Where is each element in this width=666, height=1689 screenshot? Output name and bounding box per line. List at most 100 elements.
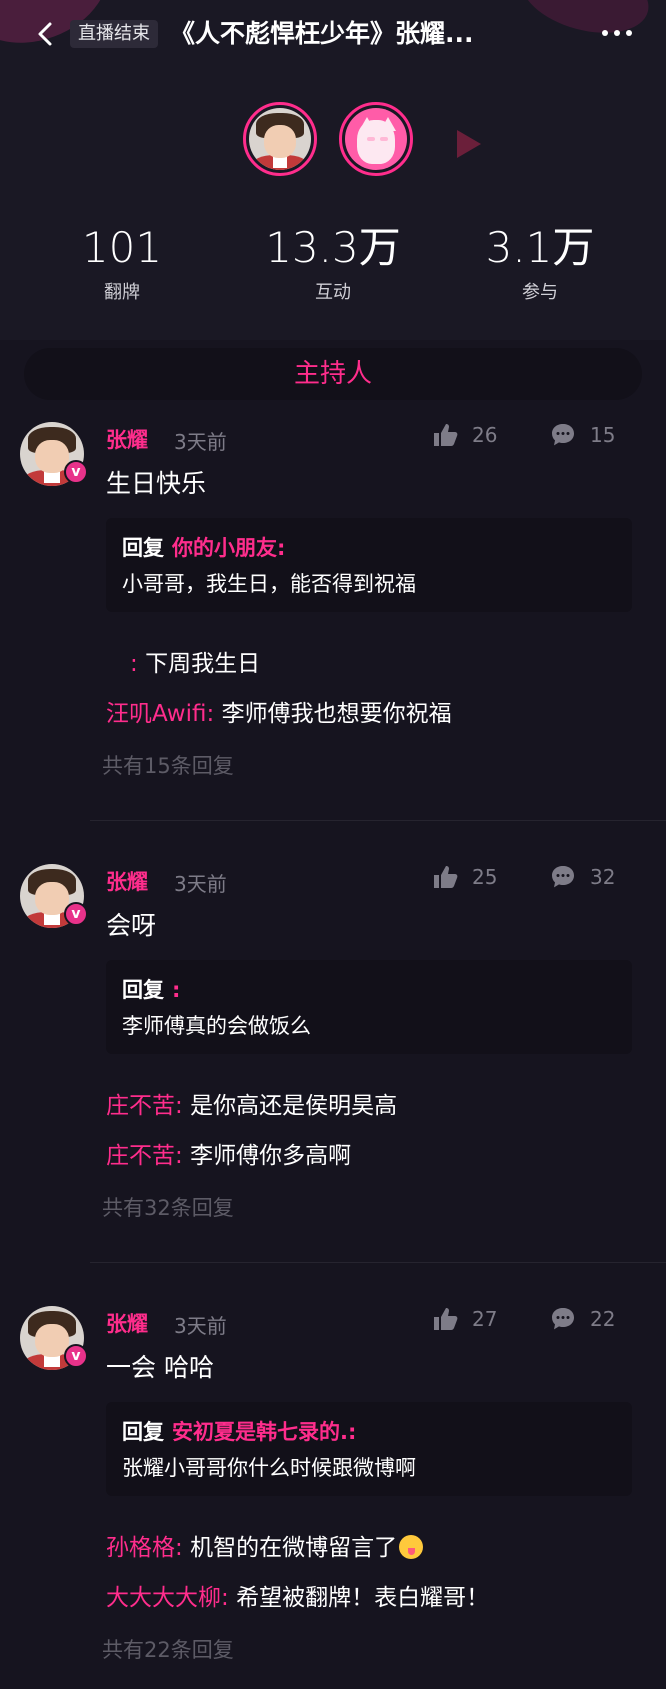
quoted-reply[interactable]: 回复 你的小朋友: 小哥哥，我生日，能否得到祝福 [106, 518, 632, 612]
comment-text: 会呀 [106, 911, 157, 940]
squinting-tongue-emoji-icon [399, 1535, 424, 1559]
like-count: 27 [472, 1307, 498, 1331]
stat-value: 101 [81, 223, 163, 272]
comment-item: v 张耀 3天前 25 32 会呀 回复: 李师傅真的会做饭么 庄不苦: 是你高… [0, 864, 666, 1224]
page-title: 《人不彪悍枉少年》张耀... [170, 19, 474, 48]
comment-avatar[interactable]: v [20, 422, 88, 486]
reply-text: 李师傅我也想要你祝福 [221, 701, 452, 727]
comment-time: 3天前 [174, 1314, 227, 1338]
comment-time: 3天前 [174, 872, 227, 896]
thumbs-up-icon [434, 424, 458, 446]
reply-button[interactable]: 22 [550, 1306, 615, 1332]
stats-row: 101 翻牌 13.3万 互动 3.1万 参与 [0, 222, 666, 312]
top-navigation-bar: 直播结束 《人不彪悍枉少年》张耀... [0, 0, 666, 70]
thumbs-up-icon [434, 866, 458, 888]
comment-avatar[interactable]: v [20, 864, 88, 928]
quote-header: 回复 安初夏是韩七录的.: [122, 1416, 356, 1446]
view-all-replies-link[interactable]: 共有32条回复 [102, 1192, 234, 1222]
comment-item: v 张耀 3天前 27 22 一会 哈哈 回复 安初夏是韩七录的.: 张耀小哥哥你… [0, 1306, 666, 1666]
host-avatar-star[interactable] [243, 102, 317, 176]
reply-author[interactable]: 庄不苦: [106, 1143, 183, 1169]
stat-flip: 101 翻牌 [22, 222, 222, 304]
stat-label: 参与 [522, 282, 558, 303]
like-button[interactable]: 25 [432, 864, 497, 890]
quote-text: 小哥哥，我生日，能否得到祝福 [122, 572, 416, 596]
like-button[interactable]: 27 [432, 1306, 497, 1332]
comment-author[interactable]: 张耀 [106, 1308, 148, 1338]
quote-prefix: 回复 [122, 536, 164, 560]
reply-text: 下周我生日 [145, 651, 261, 677]
more-dot-icon [614, 30, 620, 36]
back-button[interactable] [30, 16, 60, 52]
quote-text: 张耀小哥哥你什么时候跟微博啊 [122, 1456, 416, 1480]
reply-line[interactable]: 孙格格: 机智的在微博留言了 [106, 1528, 424, 1562]
chevron-left-icon [38, 22, 52, 46]
reply-author[interactable]: : [130, 651, 138, 677]
quote-author[interactable]: 安初夏是韩七录的.: [172, 1420, 356, 1444]
quoted-reply[interactable]: 回复: 李师傅真的会做饭么 [106, 960, 632, 1054]
verified-badge-icon: v [64, 902, 88, 926]
quote-author[interactable]: : [172, 978, 180, 1002]
reply-text: 是你高还是侯明昊高 [190, 1093, 398, 1119]
reply-line[interactable]: 庄不苦: 李师傅你多高啊 [106, 1136, 351, 1170]
stat-value: 13.3万 [265, 223, 401, 272]
stat-value: 3.1万 [485, 223, 595, 272]
comment-author[interactable]: 张耀 [106, 866, 148, 896]
reply-count: 22 [590, 1307, 616, 1331]
quote-header: 回复: [122, 974, 180, 1004]
stat-interaction: 13.3万 互动 [233, 222, 433, 304]
reply-line[interactable]: 汪叽Awifi: 李师傅我也想要你祝福 [106, 694, 452, 728]
reply-count: 15 [590, 423, 616, 447]
verified-badge-icon: v [64, 460, 88, 484]
more-dot-icon [602, 30, 608, 36]
reply-line[interactable]: 庄不苦: 是你高还是侯明昊高 [106, 1086, 397, 1120]
quote-prefix: 回复 [122, 1420, 164, 1444]
reply-author[interactable]: 大大大大柳: [106, 1585, 229, 1611]
comment-text: 一会 哈哈 [106, 1353, 214, 1382]
quoted-reply[interactable]: 回复 安初夏是韩七录的.: 张耀小哥哥你什么时候跟微博啊 [106, 1402, 632, 1496]
comment-author[interactable]: 张耀 [106, 424, 148, 454]
reply-count: 32 [590, 865, 616, 889]
view-all-replies-link[interactable]: 共有22条回复 [102, 1634, 234, 1664]
avatar-photo [249, 108, 311, 170]
thumbs-up-icon [434, 1308, 458, 1330]
divider [90, 1262, 666, 1263]
reply-line[interactable]: 大大大大柳: 希望被翻牌！表白耀哥！ [106, 1578, 489, 1612]
reply-text: 希望被翻牌！表白耀哥！ [236, 1585, 490, 1611]
reply-author[interactable]: 孙格格: [106, 1535, 183, 1561]
host-avatar-cat[interactable] [339, 102, 413, 176]
view-all-replies-link[interactable]: 共有15条回复 [102, 750, 234, 780]
decorative-play-shape [457, 130, 481, 158]
cat-mascot-icon [345, 108, 407, 170]
chat-bubble-icon [552, 1308, 574, 1330]
quote-author[interactable]: 你的小朋友: [172, 536, 285, 560]
quote-prefix: 回复 [122, 978, 164, 1002]
divider [90, 820, 666, 821]
reply-author[interactable]: 庄不苦: [106, 1093, 183, 1119]
comment-item: v 张耀 3天前 26 15 生日快乐 回复 你的小朋友: 小哥哥，我生日，能否得… [0, 422, 666, 782]
reply-line[interactable]: : 下周我生日 [130, 644, 260, 678]
like-button[interactable]: 26 [432, 422, 497, 448]
reply-button[interactable]: 15 [550, 422, 615, 448]
live-ended-tag: 直播结束 [70, 20, 158, 48]
more-options-button[interactable] [592, 18, 642, 48]
host-section-tab[interactable]: 主持人 [24, 348, 642, 400]
comment-time: 3天前 [174, 430, 227, 454]
stat-label: 翻牌 [104, 282, 140, 303]
stat-label: 互动 [315, 282, 351, 303]
stat-participation: 3.1万 参与 [440, 222, 640, 304]
host-avatars [243, 102, 413, 176]
more-dot-icon [626, 30, 632, 36]
reply-text: 李师傅你多高啊 [190, 1143, 352, 1169]
chat-bubble-icon [552, 866, 574, 888]
comment-avatar[interactable]: v [20, 1306, 88, 1370]
chat-bubble-icon [552, 424, 574, 446]
quote-header: 回复 你的小朋友: [122, 532, 285, 562]
like-count: 25 [472, 865, 498, 889]
reply-button[interactable]: 32 [550, 864, 615, 890]
comment-text: 生日快乐 [106, 469, 207, 498]
quote-text: 李师傅真的会做饭么 [122, 1014, 311, 1038]
verified-badge-icon: v [64, 1344, 88, 1368]
reply-text: 机智的在微博留言了 [190, 1535, 398, 1561]
reply-author[interactable]: 汪叽Awifi: [106, 701, 214, 727]
